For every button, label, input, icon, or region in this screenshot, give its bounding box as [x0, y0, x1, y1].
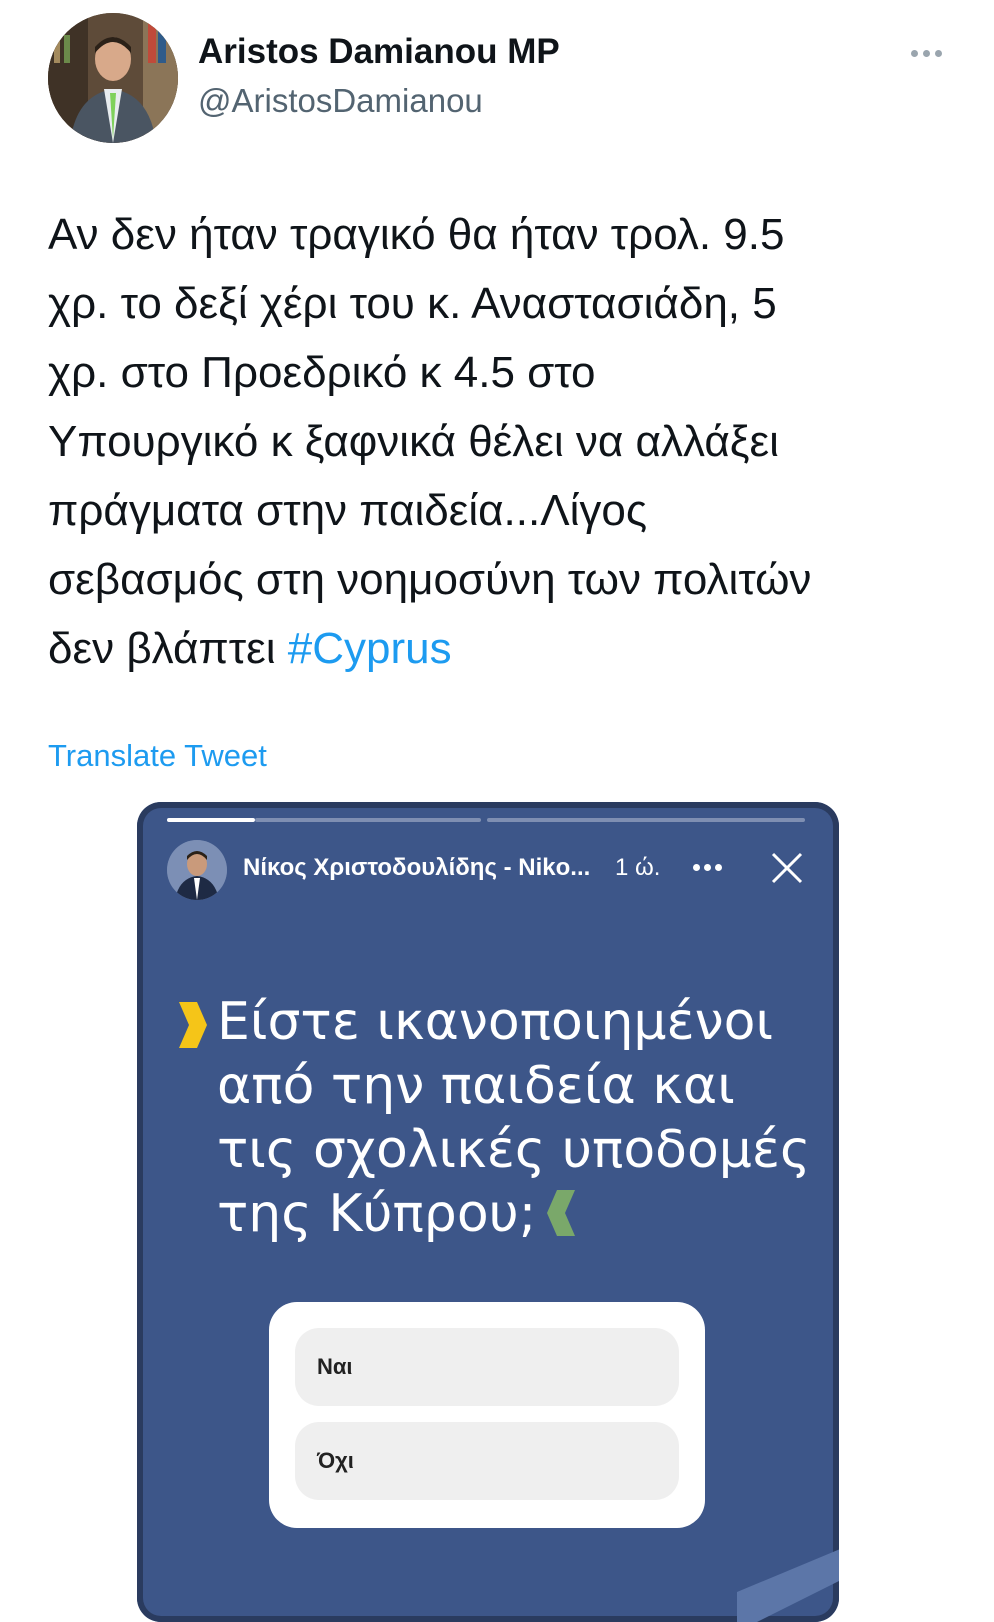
- story-more-icon: [693, 860, 725, 874]
- dot: [715, 863, 722, 871]
- dot: [922, 49, 930, 57]
- story-progress-active: [167, 818, 255, 822]
- dot: [910, 49, 918, 57]
- tweet-text-line: χρ. στο Προεδρικό κ 4.5 στο: [48, 348, 596, 397]
- tweet-media-image[interactable]: Νίκος Χριστοδουλίδης - Niko... 1 ώ. Είστ…: [137, 802, 839, 1622]
- dot: [934, 49, 942, 57]
- avatar-photo: [48, 13, 178, 143]
- translate-tweet-link[interactable]: Translate Tweet: [48, 738, 267, 774]
- author-display-name[interactable]: Aristos Damianou MP: [198, 32, 560, 72]
- tweet-text-last-line: δεν βλάπτει #Cyprus: [48, 614, 968, 683]
- tweet-text-line: πράγματα στην παιδεία...Λίγος: [48, 486, 648, 535]
- dot: [704, 863, 711, 871]
- tweet-text-line: Υπουργικό κ ξαφνικά θέλει να αλλάξει: [48, 417, 779, 466]
- tweet-text: Αν δεν ήταν τραγικό θα ήταν τρολ. 9.5 χρ…: [48, 200, 968, 683]
- author-handle[interactable]: @AristosDamianou: [198, 82, 483, 120]
- tweet-text-line: χρ. το δεξί χέρι του κ. Αναστασιάδη, 5: [48, 279, 777, 328]
- story-author-name: Νίκος Χριστοδουλίδης - Niko...: [243, 854, 591, 881]
- close-icon: [771, 852, 803, 884]
- story-poll: Ναι Όχι: [269, 1302, 705, 1528]
- story-avatar-photo: [167, 840, 227, 900]
- story-progress-next: [487, 818, 805, 822]
- tweet-text-line: Αν δεν ήταν τραγικό θα ήταν τρολ. 9.5: [48, 210, 785, 259]
- tweet-text-line: σεβασμός στη νοημοσύνη των πολιτών: [48, 555, 812, 604]
- story-author-avatar: [167, 840, 227, 900]
- more-options-icon[interactable]: [906, 38, 946, 68]
- dot: [693, 863, 700, 871]
- story-progress-remaining: [255, 818, 481, 822]
- tweet-text-segment: δεν βλάπτει: [48, 624, 288, 673]
- chevron-right-icon: [179, 1002, 207, 1048]
- story-question-line: τις σχολικές υποδομές: [217, 1120, 811, 1180]
- story-timestamp: 1 ώ.: [615, 854, 661, 881]
- poll-option-no: Όχι: [295, 1422, 679, 1500]
- hashtag-link[interactable]: #Cyprus: [288, 624, 452, 673]
- story-question-line: Είστε ικανοποιημένοι: [217, 992, 774, 1052]
- decorative-stripe: [737, 1549, 839, 1622]
- author-avatar[interactable]: [48, 13, 178, 143]
- chevron-left-icon: [547, 1190, 575, 1236]
- story-question: Είστε ικανοποιημένοι από την παιδεία και…: [217, 990, 817, 1246]
- story-question-line: της Κύπρου;: [217, 1184, 537, 1244]
- story-question-line: από την παιδεία και: [217, 1056, 735, 1116]
- poll-option-yes: Ναι: [295, 1328, 679, 1406]
